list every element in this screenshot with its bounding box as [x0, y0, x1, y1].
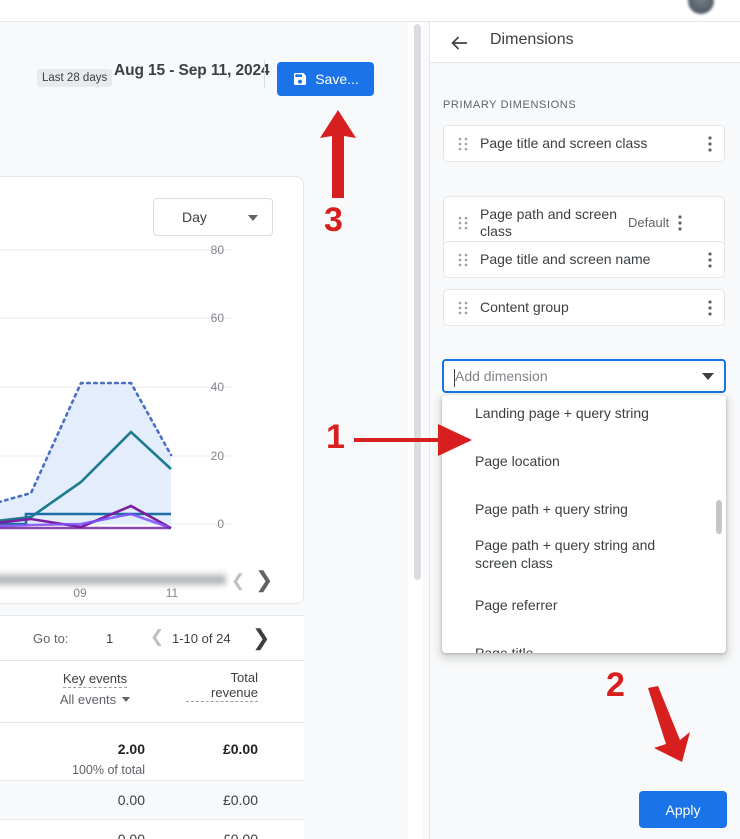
- dimension-item-page-title-and-screen-name[interactable]: Page title and screen name: [443, 241, 725, 278]
- dimension-label: Content group: [480, 299, 569, 315]
- total-key-events-sub: 100% of total: [72, 763, 145, 777]
- panel-title: Dimensions: [490, 31, 574, 48]
- dropdown-scrollbar-thumb[interactable]: [716, 500, 722, 534]
- dimension-options-dropdown[interactable]: Landing page + query string Page locatio…: [442, 395, 726, 653]
- top-bar: [0, 0, 740, 22]
- annotation-number-1: 1: [326, 418, 345, 456]
- dimensions-panel: Dimensions PRIMARY DIMENSIONS Page title…: [430, 22, 740, 839]
- chart-ytick-20: 20: [210, 449, 224, 463]
- save-button-label: Save...: [315, 71, 359, 87]
- dropdown-option-page-location[interactable]: Page location: [442, 452, 726, 470]
- key-events-filter-label: All events: [59, 692, 117, 707]
- table-header-row: Key events All events Total revenue: [0, 661, 304, 723]
- dropdown-option-page-path-query-string-and-screen-class[interactable]: Page path + query string and screen clas…: [442, 536, 657, 572]
- next-page-icon[interactable]: ❯: [252, 625, 270, 651]
- dropdown-option-page-title[interactable]: Page title: [442, 644, 726, 653]
- dropdown-option-page-path-query-string[interactable]: Page path + query string: [442, 500, 726, 518]
- chart-ytick-0: 0: [217, 517, 224, 531]
- table-pager: Go to: 1 ❮ 1-10 of 24 ❯: [0, 616, 304, 661]
- drag-handle-icon[interactable]: [458, 253, 468, 267]
- date-range-label[interactable]: Aug 15 - Sep 11, 2024: [114, 62, 270, 80]
- key-events-filter-select[interactable]: All events: [50, 692, 140, 707]
- dropdown-option-page-referrer[interactable]: Page referrer: [442, 596, 726, 614]
- save-icon: [292, 71, 308, 87]
- redacted-legend-strip: [0, 569, 226, 589]
- chevron-down-icon: [122, 697, 131, 702]
- page-range-label: 1-10 of 24: [172, 631, 231, 646]
- dimension-label: Page title and screen name: [480, 251, 651, 267]
- more-options-icon[interactable]: [708, 251, 712, 269]
- dimension-item-content-group[interactable]: Content group: [443, 289, 725, 326]
- annotation-number-2: 2: [606, 666, 625, 704]
- table-row[interactable]: 0.00 £0.00: [0, 781, 304, 820]
- chevron-down-icon[interactable]: [702, 373, 714, 380]
- table-total-row: 2.00 100% of total £0.00: [0, 723, 304, 781]
- cell-revenue: £0.00: [222, 831, 258, 839]
- chart-ytick-80: 80: [210, 243, 224, 257]
- line-chart: 80 60 40 20 0 07 09 11: [0, 242, 303, 600]
- default-badge: Default: [628, 215, 670, 230]
- chart-ytick-40: 40: [210, 380, 224, 394]
- drag-handle-icon[interactable]: [458, 137, 468, 151]
- more-options-icon[interactable]: [708, 135, 712, 153]
- date-preset-chip[interactable]: Last 28 days: [37, 69, 113, 87]
- cell-key-events: 0.00: [117, 792, 145, 808]
- panel-header: Dimensions: [430, 22, 740, 63]
- save-button[interactable]: Save...: [277, 62, 374, 96]
- apply-button[interactable]: Apply: [639, 791, 727, 828]
- dimension-label: Page path and screen class: [480, 205, 617, 239]
- chevron-down-icon: [248, 215, 258, 221]
- chart-card: Day 80 60 40 20 0 09 11 ❮ ❯: [0, 176, 304, 604]
- granularity-label: Day: [182, 209, 207, 225]
- primary-dimensions-label: PRIMARY DIMENSIONS: [443, 99, 577, 111]
- cell-key-events: 0.00: [117, 831, 145, 839]
- toolbar-divider: [264, 60, 265, 88]
- drag-handle-icon[interactable]: [458, 301, 468, 315]
- chart-area-fill: [0, 383, 171, 524]
- add-dimension-placeholder: Add dimension: [455, 368, 548, 384]
- main-scrollbar-thumb[interactable]: [414, 24, 421, 580]
- more-options-icon[interactable]: [678, 214, 682, 232]
- legend-prev-icon[interactable]: ❮: [231, 572, 245, 589]
- report-table: Go to: 1 ❮ 1-10 of 24 ❯ Key events All e…: [0, 615, 304, 839]
- text-caret: [454, 369, 455, 387]
- drag-handle-icon[interactable]: [458, 216, 468, 230]
- dimension-label: Page title and screen class: [480, 135, 648, 151]
- granularity-select[interactable]: Day: [153, 198, 273, 236]
- add-dimension-input[interactable]: Add dimension: [442, 359, 726, 393]
- total-revenue: £0.00: [222, 741, 258, 757]
- page-number-input[interactable]: 1: [106, 631, 113, 646]
- column-header-key-events-label: Key events: [62, 671, 128, 688]
- app-root: Last 28 days Aug 15 - Sep 11, 2024 Save.…: [0, 0, 740, 839]
- total-key-events: 2.00: [117, 741, 145, 757]
- table-row[interactable]: 0.00 £0.00: [0, 820, 304, 839]
- avatar[interactable]: [688, 0, 714, 14]
- back-arrow-icon[interactable]: [448, 32, 470, 54]
- cell-revenue: £0.00: [222, 792, 258, 808]
- column-header-key-events[interactable]: Key events All events: [50, 670, 140, 707]
- chart-ytick-60: 60: [210, 311, 224, 325]
- prev-page-icon[interactable]: ❮: [150, 627, 164, 647]
- column-header-total-revenue[interactable]: Total revenue: [186, 670, 258, 702]
- more-options-icon[interactable]: [708, 299, 712, 317]
- annotation-number-3: 3: [324, 201, 343, 239]
- legend-next-icon[interactable]: ❯: [255, 569, 273, 591]
- goto-label: Go to:: [33, 631, 69, 646]
- column-header-total-revenue-label: Total revenue: [186, 670, 258, 702]
- dropdown-option-landing-page-query-string[interactable]: Landing page + query string: [442, 404, 726, 422]
- report-pane: Last 28 days Aug 15 - Sep 11, 2024 Save.…: [0, 22, 415, 839]
- dimension-item-page-title-and-screen-class[interactable]: Page title and screen class: [443, 125, 725, 162]
